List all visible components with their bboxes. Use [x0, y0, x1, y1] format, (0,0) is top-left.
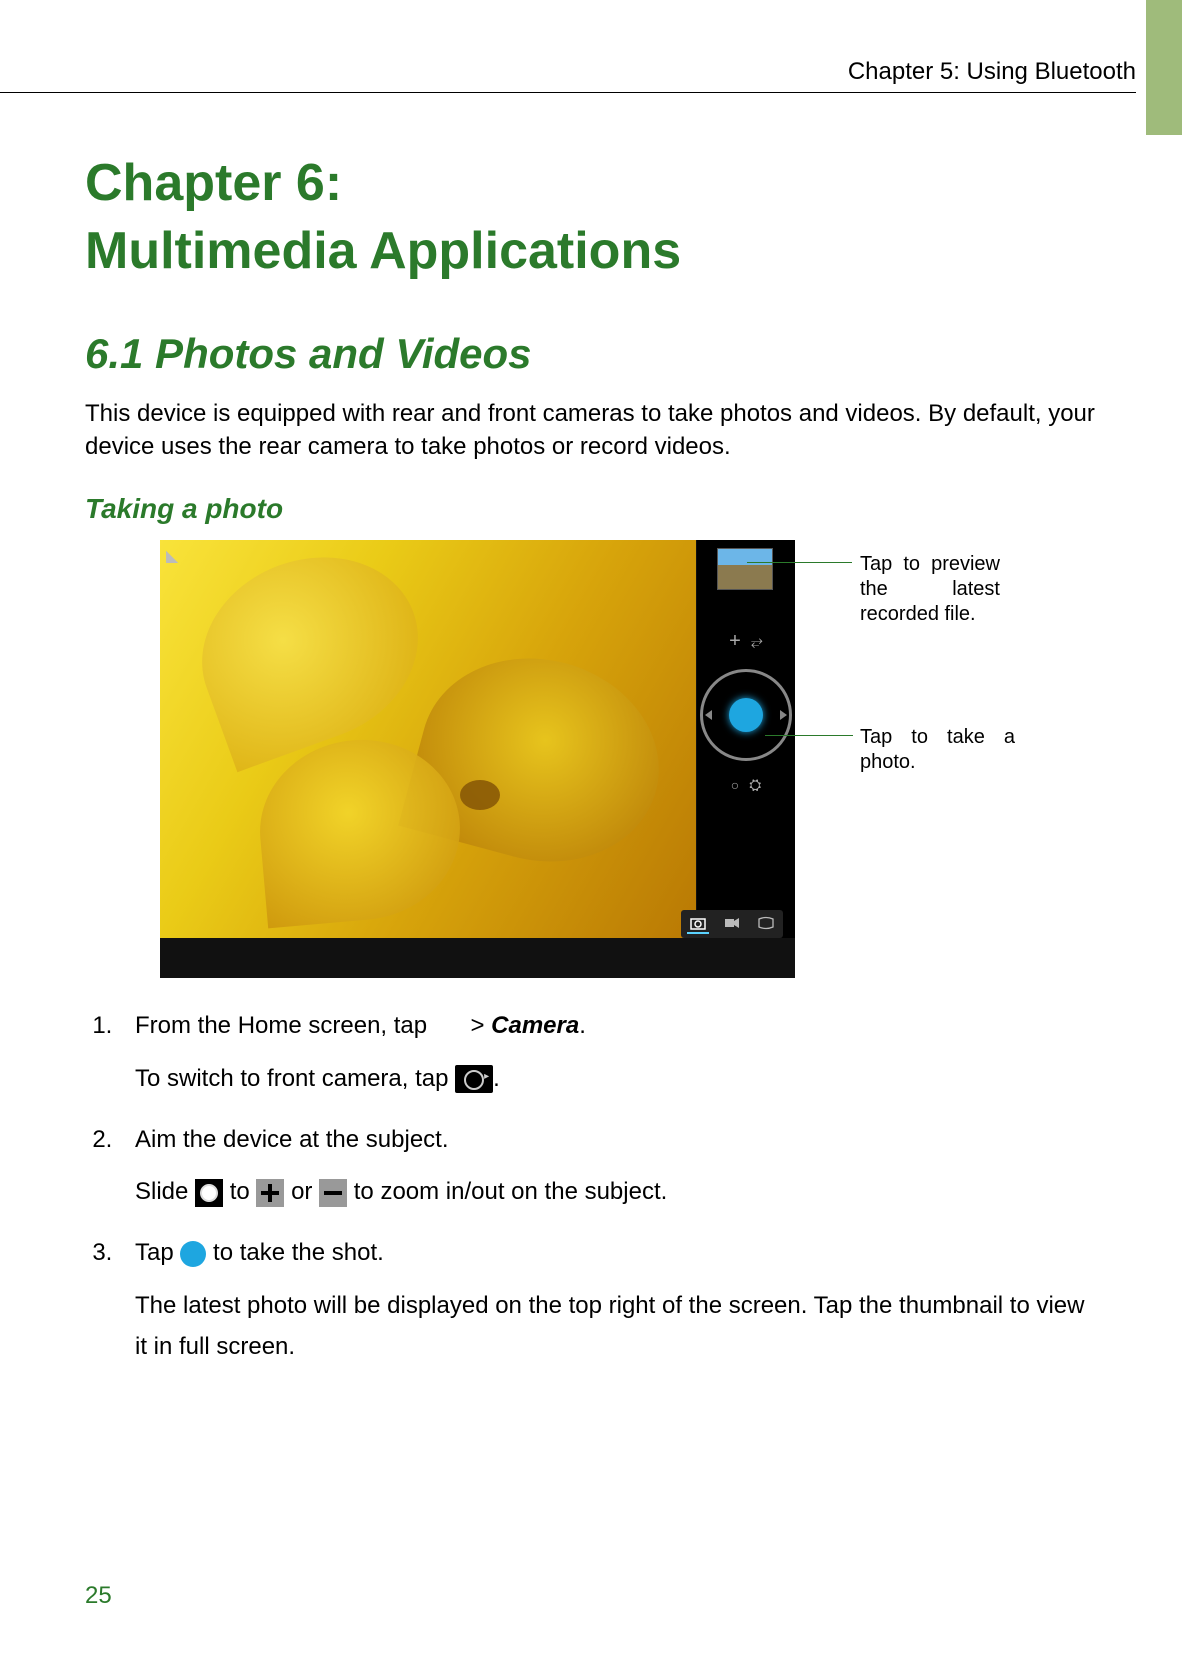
step-2: Aim the device at the subject. Slide to … — [119, 1120, 1097, 1214]
subheading: Taking a photo — [85, 493, 1097, 525]
running-head: Chapter 5: Using Bluetooth — [0, 58, 1136, 86]
chapter-title-line2: Multimedia Applications — [85, 222, 681, 280]
leaf-graphic — [460, 780, 500, 810]
step-1-text-c: . — [579, 1012, 586, 1039]
step-2-sub-a: Slide — [135, 1178, 195, 1205]
shutter-icon — [180, 1241, 206, 1267]
nav-bar — [160, 940, 795, 978]
header-rule — [0, 92, 1136, 93]
camera-controls: + ⥂ ○ ⛭ — [697, 630, 795, 794]
section-heading: 6.1 Photos and Videos — [85, 330, 1097, 378]
step-1-sub: To switch to front camera, tap ▸. — [135, 1059, 1097, 1100]
apps-grid-icon — [434, 1014, 464, 1039]
panorama-mode-icon[interactable] — [755, 914, 777, 932]
step-2-sub-b: to — [230, 1178, 257, 1205]
callout-preview: Tap to preview the latest recorded file. — [860, 552, 1000, 627]
step-2-sub-c: or — [291, 1178, 319, 1205]
circle-icon[interactable]: ○ — [731, 777, 739, 793]
step-1-text-b: > — [470, 1012, 491, 1039]
zoom-slider-icon — [195, 1179, 223, 1207]
preview-thumbnail[interactable] — [717, 548, 773, 590]
video-mode-icon[interactable] — [721, 914, 743, 932]
switch-camera-icon[interactable]: ⥂ — [751, 633, 763, 650]
shutter-button[interactable] — [729, 698, 763, 732]
step-3-sub: The latest photo will be displayed on th… — [135, 1286, 1097, 1368]
shutter-ring — [700, 669, 792, 761]
focus-marker-icon: ◣ — [166, 546, 178, 566]
plus-icon[interactable]: + — [729, 630, 741, 653]
callout-line — [747, 562, 852, 563]
zoom-in-row: + ⥂ — [729, 630, 763, 653]
step-1-text-a: From the Home screen, tap — [135, 1012, 434, 1039]
ring-arrow-right-icon — [780, 710, 787, 720]
step-3-text-a: Tap — [135, 1239, 180, 1266]
steps-list: From the Home screen, tap > Camera. To s… — [85, 1006, 1097, 1368]
zoom-out-icon — [319, 1179, 347, 1207]
page-number: 25 — [85, 1582, 112, 1610]
step-2-sub-d: to zoom in/out on the subject. — [354, 1178, 668, 1205]
step-1-sub-text: To switch to front camera, tap — [135, 1065, 455, 1092]
switch-camera-button-icon: ▸ — [455, 1065, 493, 1093]
step-3: Tap to take the shot. The latest photo w… — [119, 1233, 1097, 1367]
header-accent-tab — [1146, 0, 1182, 135]
photo-mode-icon[interactable] — [687, 914, 709, 934]
zoom-out-row: ○ ⛭ — [731, 777, 761, 794]
step-2-sub: Slide to or to zoom in/out on the subjec… — [135, 1172, 1097, 1213]
settings-icon[interactable]: ⛭ — [749, 777, 761, 794]
step-3-text-b: to take the shot. — [213, 1239, 384, 1266]
content-area: Chapter 6: Multimedia Applications 6.1 P… — [85, 150, 1097, 1388]
viewfinder-image: ◣ — [160, 540, 696, 938]
callout-shutter: Tap to take a photo. — [860, 725, 1015, 775]
camera-app-name: Camera — [491, 1012, 579, 1039]
callout-line — [765, 735, 853, 736]
ring-arrow-left-icon — [705, 710, 712, 720]
mode-tray — [681, 910, 783, 938]
step-2-text: Aim the device at the subject. — [135, 1126, 449, 1153]
zoom-in-icon — [256, 1179, 284, 1207]
chapter-title-line1: Chapter 6: — [85, 154, 342, 212]
intro-paragraph: This device is equipped with rear and fr… — [85, 398, 1097, 463]
camera-side-panel: + ⥂ ○ ⛭ — [697, 540, 795, 938]
step-1: From the Home screen, tap > Camera. To s… — [119, 1006, 1097, 1100]
leaf-graphic — [176, 540, 444, 772]
screenshot-with-callouts: ◣ + ⥂ — [160, 540, 1097, 978]
camera-app-screenshot: ◣ + ⥂ — [160, 540, 795, 978]
chapter-title: Chapter 6: Multimedia Applications — [85, 150, 1097, 285]
page: Chapter 5: Using Bluetooth Chapter 6: Mu… — [0, 0, 1182, 1680]
